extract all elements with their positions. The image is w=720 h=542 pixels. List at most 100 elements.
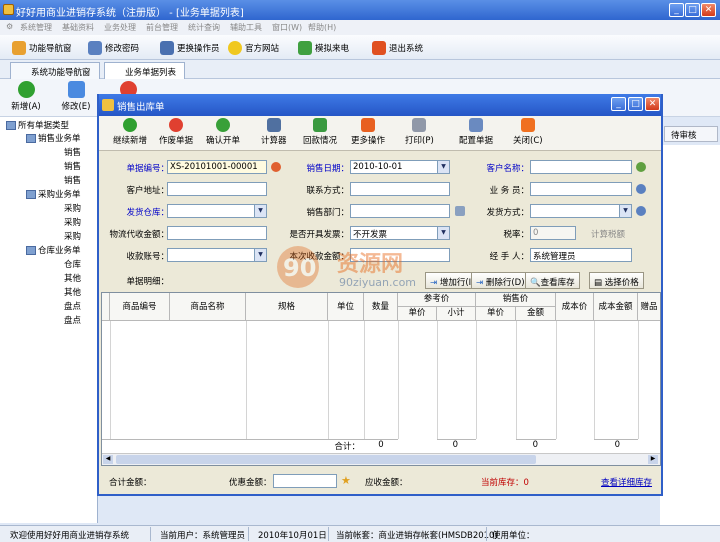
stock-detail-link[interactable]: 查看详细库存 <box>601 476 652 488</box>
config-doc-button[interactable]: 配置单据 <box>459 118 493 146</box>
dialog-maximize-button[interactable]: □ <box>628 97 643 111</box>
website-button[interactable]: 官方网站 <box>228 38 279 57</box>
invoice-select[interactable]: 不开发票 <box>350 226 450 240</box>
tree-node[interactable]: 其他 <box>64 286 81 298</box>
ship-method-select[interactable] <box>530 204 632 218</box>
col-spec[interactable]: 规格 <box>246 293 328 321</box>
more-actions-button[interactable]: 更多操作 <box>351 118 385 146</box>
scroll-thumb[interactable] <box>116 455 536 464</box>
tree-node[interactable]: 销售 <box>64 160 81 172</box>
total-label: 合计： <box>102 439 364 453</box>
doc-no-field[interactable]: XS-20101001-00001 <box>167 160 267 174</box>
view-stock-button[interactable]: 🔍查看库存 <box>525 272 580 289</box>
payment-status-button[interactable]: 回款情况 <box>303 118 337 146</box>
person-icon[interactable] <box>636 184 646 194</box>
col-code[interactable]: 商品编号 <box>110 293 170 321</box>
minimize-button[interactable]: _ <box>669 3 684 17</box>
col-ref-sub[interactable]: 小计 <box>437 307 476 321</box>
new-button[interactable]: 新增(A) <box>6 81 46 112</box>
change-password-button[interactable]: 修改密码 <box>88 38 139 57</box>
tree-root[interactable]: 所有单据类型 <box>6 119 69 131</box>
contact-field[interactable] <box>350 182 450 196</box>
salesman-field[interactable] <box>530 182 632 196</box>
dialog-close-button[interactable]: ✕ <box>645 97 660 111</box>
dept-field[interactable] <box>350 204 450 218</box>
col-name[interactable]: 商品名称 <box>170 293 246 321</box>
tab-doc-list[interactable]: 业务单据列表 <box>104 62 186 79</box>
close-button[interactable]: ✕ <box>701 3 716 17</box>
tree-node[interactable]: 销售 <box>64 174 81 186</box>
total-qty: 0 <box>364 439 398 453</box>
pending-review-button[interactable]: 待审核 <box>664 126 718 142</box>
customer-lookup-icon[interactable] <box>636 162 646 172</box>
scroll-right-icon[interactable]: ▶ <box>648 455 658 464</box>
menu-tools[interactable]: 辅助工具 <box>230 22 262 33</box>
col-amount[interactable]: 金额 <box>516 307 556 321</box>
scroll-left-icon[interactable]: ◀ <box>103 455 113 464</box>
sales-outbound-dialog: 销售出库单 _ □ ✕ 继续新增 作废单据 确认开单 计算器 回款情况 更多操作… <box>97 94 663 496</box>
search-icon: 🔍 <box>530 278 541 288</box>
tax-calc-label[interactable]: 计算税额 <box>591 228 625 240</box>
tree-node[interactable]: 其他 <box>64 272 81 284</box>
simulate-call-button[interactable]: 模拟来电 <box>298 38 349 57</box>
menu-window[interactable]: 窗口(W) <box>272 22 302 33</box>
calculator-button[interactable]: 计算器 <box>261 118 287 146</box>
exit-button[interactable]: 退出系统 <box>372 38 423 57</box>
select-price-button[interactable]: ▤ 选择价格 <box>589 272 644 289</box>
tab-nav[interactable]: 系统功能导航窗 <box>10 62 100 79</box>
account-no-select[interactable] <box>167 248 267 262</box>
grid-hscrollbar[interactable]: ◀ ▶ <box>102 453 660 465</box>
print-button[interactable]: 打印(P) <box>405 118 434 146</box>
tree-node[interactable]: 销售 <box>64 146 81 158</box>
menu-help[interactable]: 帮助(H) <box>308 22 336 33</box>
edit-button[interactable]: 修改(E) <box>56 81 96 112</box>
col-ref-unit[interactable]: 单价 <box>398 307 437 321</box>
tree-node[interactable]: 盘点 <box>64 300 81 312</box>
handler-field[interactable]: 系统管理员 <box>530 248 632 262</box>
col-gift[interactable]: 赠品 <box>638 293 660 321</box>
col-unit[interactable]: 单位 <box>328 293 364 321</box>
tree-node[interactable]: 采购业务单 <box>26 188 81 200</box>
logistics-field[interactable] <box>167 226 267 240</box>
account-no-label: 收款账号： <box>126 252 169 262</box>
menu-frontdesk[interactable]: 前台管理 <box>146 22 178 33</box>
tree-node[interactable]: 采购 <box>64 216 81 228</box>
address-field[interactable] <box>167 182 267 196</box>
receivable-label: 应收金额： <box>365 478 408 488</box>
col-cost-amount[interactable]: 成本金额 <box>594 293 638 321</box>
tree-node[interactable]: 采购 <box>64 230 81 242</box>
tree-node[interactable]: 仓库业务单 <box>26 244 81 256</box>
menu-statistics[interactable]: 统计查询 <box>188 22 220 33</box>
nav-window-button[interactable]: 功能导航窗 <box>12 38 72 57</box>
star-icon[interactable]: ★ <box>341 474 351 487</box>
warehouse-select[interactable] <box>167 204 267 218</box>
switch-operator-button[interactable]: 更换操作员 <box>160 38 220 57</box>
dialog-minimize-button[interactable]: _ <box>611 97 626 111</box>
col-sale-unit[interactable]: 单价 <box>476 307 516 321</box>
menu-system[interactable]: 系统管理 <box>20 22 52 33</box>
sale-date-field[interactable]: 2010-10-01 <box>350 160 450 174</box>
tax-rate-field[interactable]: 0 <box>530 226 576 240</box>
void-doc-button[interactable]: 作废单据 <box>159 118 193 146</box>
discount-field[interactable] <box>273 474 337 488</box>
ship-icon[interactable] <box>636 206 646 216</box>
detail-grid[interactable]: 商品编号 商品名称 规格 单位 数量 参考价 单价 小计 销售价 单价 金额 成… <box>101 292 661 466</box>
refresh-icon[interactable] <box>271 162 281 172</box>
confirm-order-button[interactable]: 确认开单 <box>206 118 240 146</box>
status-user: 当前用户：系统管理员 <box>160 531 246 541</box>
menu-business[interactable]: 业务处理 <box>104 22 136 33</box>
calculator-icon <box>266 118 281 132</box>
tree-node[interactable]: 采购 <box>64 202 81 214</box>
customer-field[interactable] <box>530 160 632 174</box>
maximize-button[interactable]: □ <box>685 3 700 17</box>
menu-basic-data[interactable]: 基础资料 <box>62 22 94 33</box>
clip-icon[interactable] <box>455 206 465 216</box>
tree-node[interactable]: 盘点 <box>64 314 81 326</box>
tree-node[interactable]: 仓库 <box>64 258 81 270</box>
close-dialog-button[interactable]: 关闭(C) <box>513 118 543 146</box>
continue-new-button[interactable]: 继续新增 <box>113 118 147 146</box>
delete-row-button[interactable]: ⇥ 删除行(D) <box>471 272 530 289</box>
tree-node[interactable]: 销售业务单 <box>26 132 81 144</box>
col-qty[interactable]: 数量 <box>364 293 398 321</box>
col-cost-price[interactable]: 成本价 <box>556 293 594 321</box>
